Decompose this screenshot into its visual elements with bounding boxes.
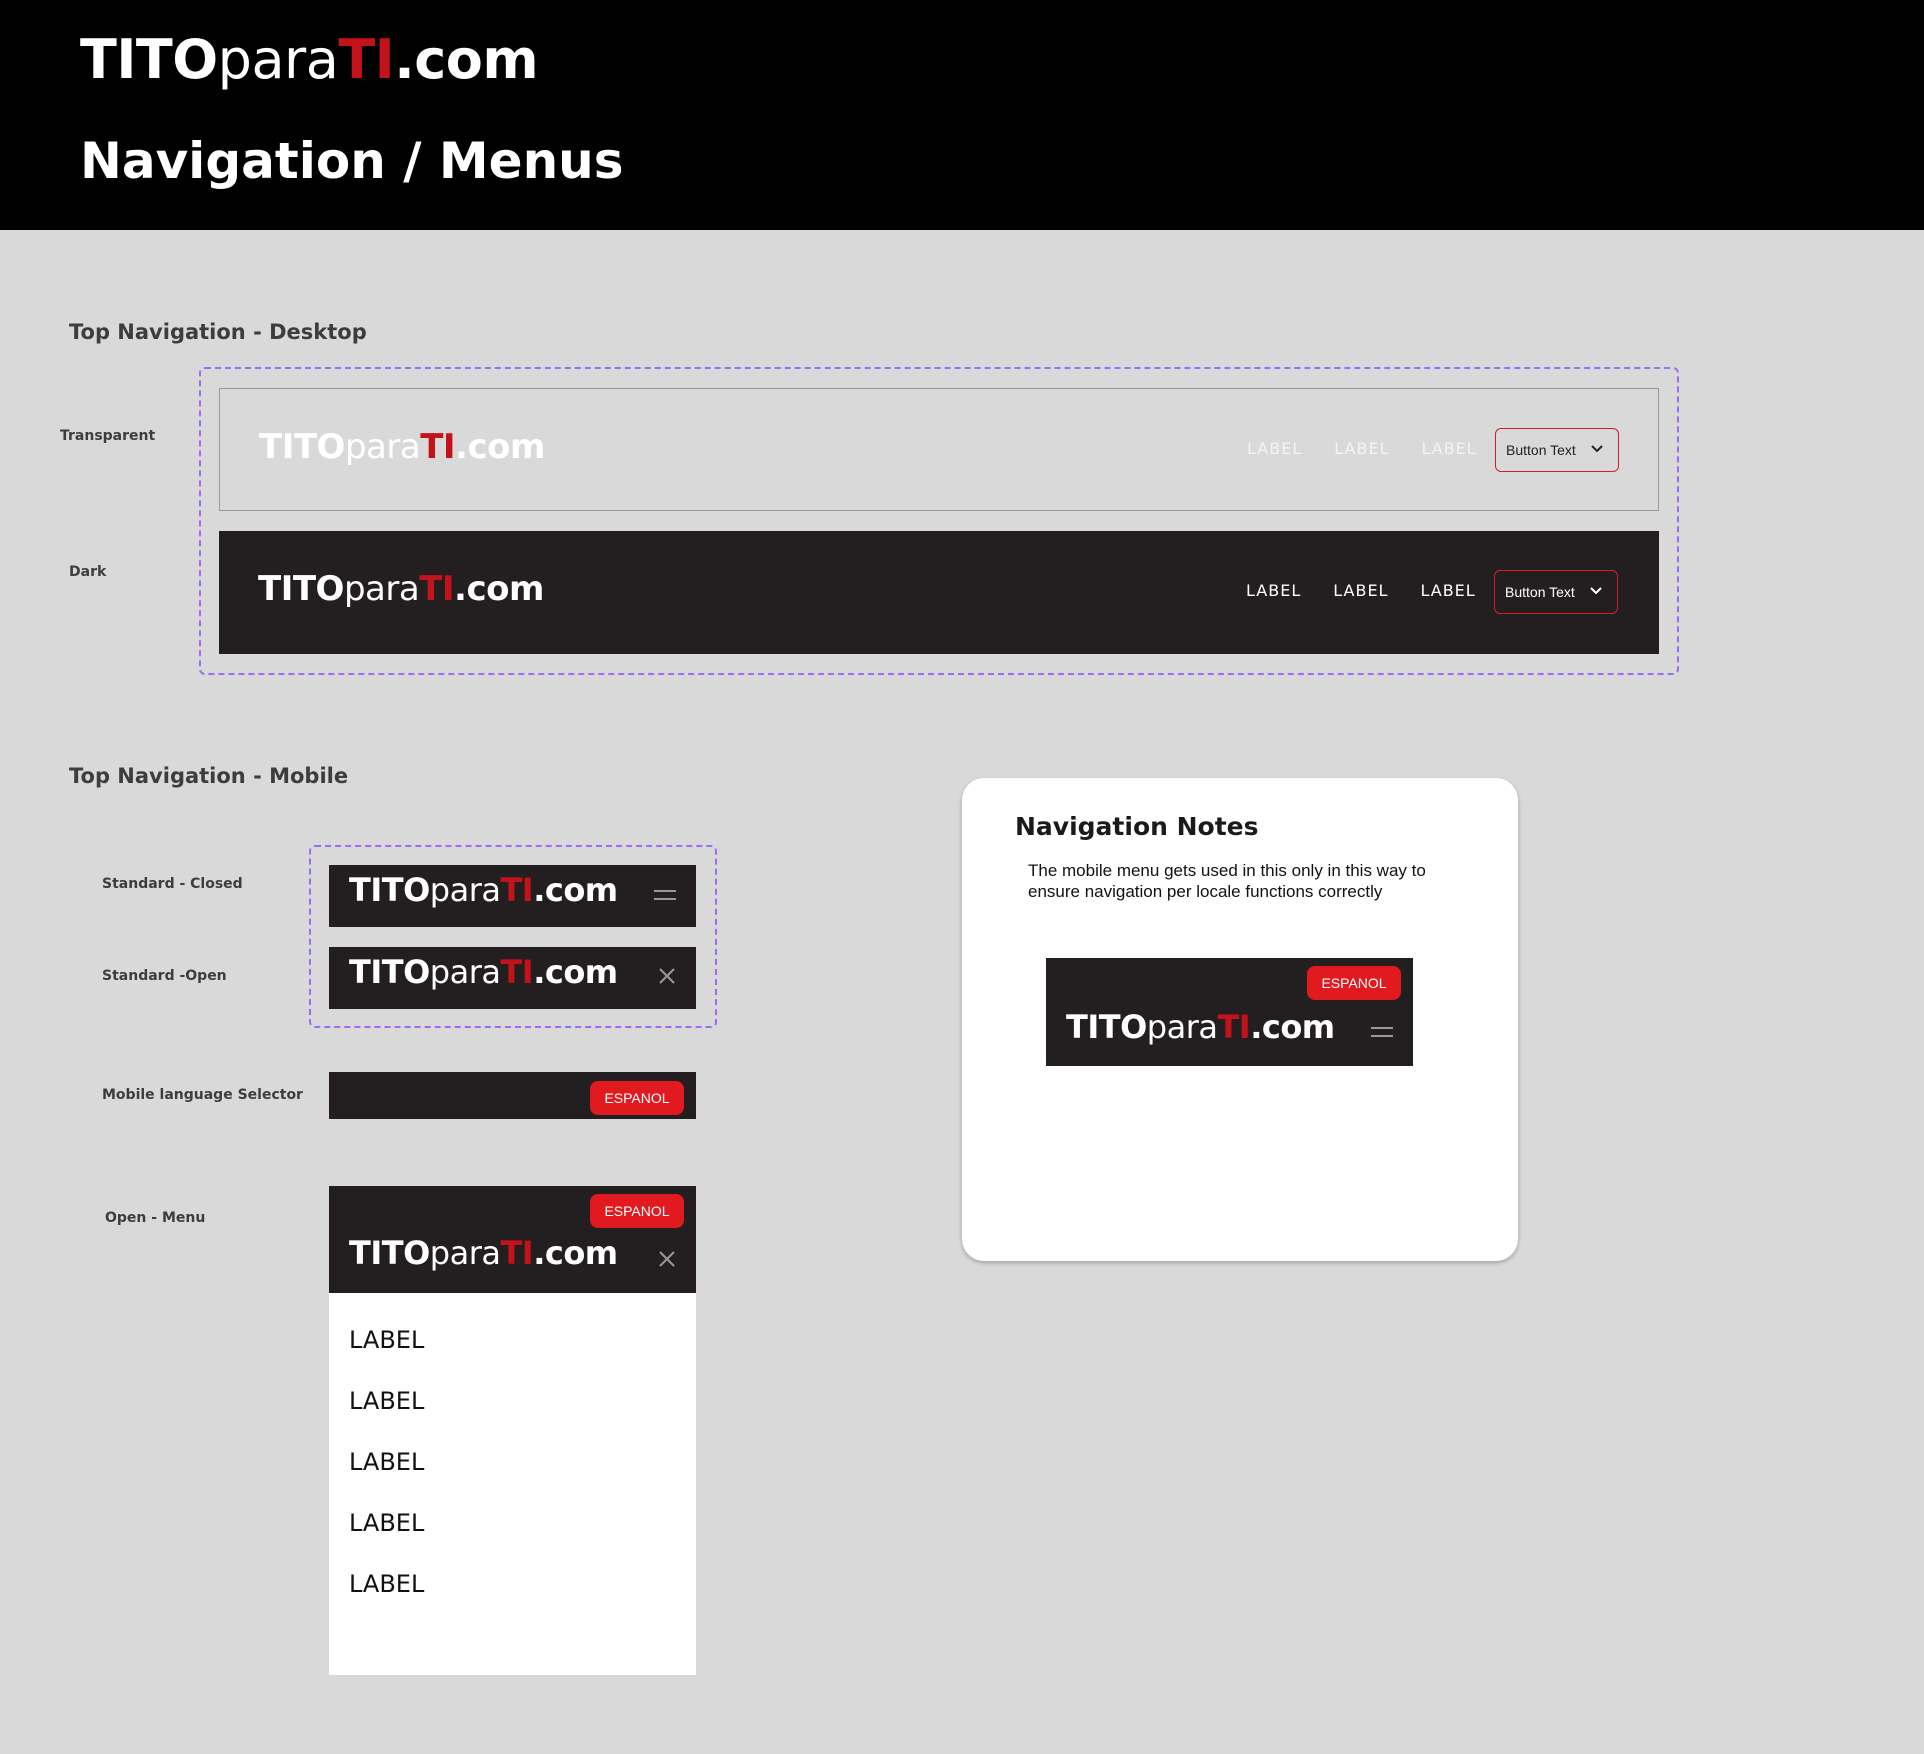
nav-link[interactable]: LABEL xyxy=(1246,581,1301,600)
page-title: Navigation / Menus xyxy=(80,132,624,190)
header-logo[interactable]: TITOparaTI.com xyxy=(80,28,539,91)
chevron-down-icon xyxy=(1591,445,1603,453)
navigation-notes-card: Navigation Notes The mobile menu gets us… xyxy=(962,778,1518,1261)
menu-item[interactable]: LABEL xyxy=(349,1326,424,1354)
transparent-variant-label: Transparent xyxy=(60,428,156,444)
nav-logo[interactable]: TITOparaTI.com xyxy=(1066,1008,1335,1046)
language-button[interactable]: ESPANOL xyxy=(590,1081,684,1115)
page-header: TITOparaTI.com Navigation / Menus xyxy=(0,0,1924,230)
mobile-nav-menu-open: ESPANOL TITOparaTI.com xyxy=(329,1186,696,1293)
nav-logo[interactable]: TITOparaTI.com xyxy=(259,427,545,467)
desktop-nav-dark: TITOparaTI.com LABEL LABEL LABEL Button … xyxy=(219,531,1659,654)
mobile-language-selector-bar: ESPANOL xyxy=(329,1072,696,1119)
dark-variant-label: Dark xyxy=(69,564,107,580)
language-button[interactable]: ESPANOL xyxy=(590,1194,684,1228)
menu-item[interactable]: LABEL xyxy=(349,1448,424,1476)
menu-item[interactable]: LABEL xyxy=(349,1509,424,1537)
nav-logo[interactable]: TITOparaTI.com xyxy=(258,569,544,609)
notes-title: Navigation Notes xyxy=(1015,812,1259,841)
open-variant-label: Standard -Open xyxy=(102,968,227,984)
desktop-nav-transparent: TITOparaTI.com LABEL LABEL LABEL Button … xyxy=(219,388,1659,511)
mobile-nav-open: TITOparaTI.com xyxy=(329,947,696,1009)
nav-link[interactable]: LABEL xyxy=(1333,581,1388,600)
language-selector-label: Mobile language Selector xyxy=(102,1087,303,1103)
mobile-nav-closed: TITOparaTI.com xyxy=(329,865,696,927)
menu-item[interactable]: LABEL xyxy=(349,1387,424,1415)
language-dropdown-button[interactable]: Button Text xyxy=(1494,570,1618,614)
nav-logo[interactable]: TITOparaTI.com xyxy=(349,953,618,991)
mobile-menu-panel: LABEL LABEL LABEL LABEL LABEL xyxy=(329,1293,696,1675)
open-menu-label: Open - Menu xyxy=(105,1210,206,1226)
nav-logo[interactable]: TITOparaTI.com xyxy=(349,1234,618,1272)
nav-logo[interactable]: TITOparaTI.com xyxy=(349,871,618,909)
hamburger-icon[interactable] xyxy=(654,887,676,903)
mobile-section-title: Top Navigation - Mobile xyxy=(69,764,349,788)
close-icon[interactable] xyxy=(658,967,676,985)
nav-links: LABEL LABEL LABEL xyxy=(1247,439,1477,458)
close-icon[interactable] xyxy=(658,1250,676,1268)
chevron-down-icon xyxy=(1590,587,1602,595)
hamburger-icon[interactable] xyxy=(1371,1024,1393,1040)
language-dropdown-button[interactable]: Button Text xyxy=(1495,428,1619,472)
closed-variant-label: Standard - Closed xyxy=(102,876,243,892)
notes-text: The mobile menu gets used in this only i… xyxy=(1028,861,1426,901)
nav-link[interactable]: LABEL xyxy=(1420,581,1475,600)
nav-link[interactable]: LABEL xyxy=(1334,439,1389,458)
dropdown-button-label: Button Text xyxy=(1505,584,1575,600)
desktop-section-title: Top Navigation - Desktop xyxy=(69,320,367,344)
nav-link[interactable]: LABEL xyxy=(1247,439,1302,458)
nav-link[interactable]: LABEL xyxy=(1421,439,1476,458)
notes-example-nav: ESPANOL TITOparaTI.com xyxy=(1046,958,1413,1066)
language-button[interactable]: ESPANOL xyxy=(1307,966,1401,1000)
dropdown-button-label: Button Text xyxy=(1506,442,1576,458)
nav-links: LABEL LABEL LABEL xyxy=(1246,581,1476,600)
menu-item[interactable]: LABEL xyxy=(349,1570,424,1598)
